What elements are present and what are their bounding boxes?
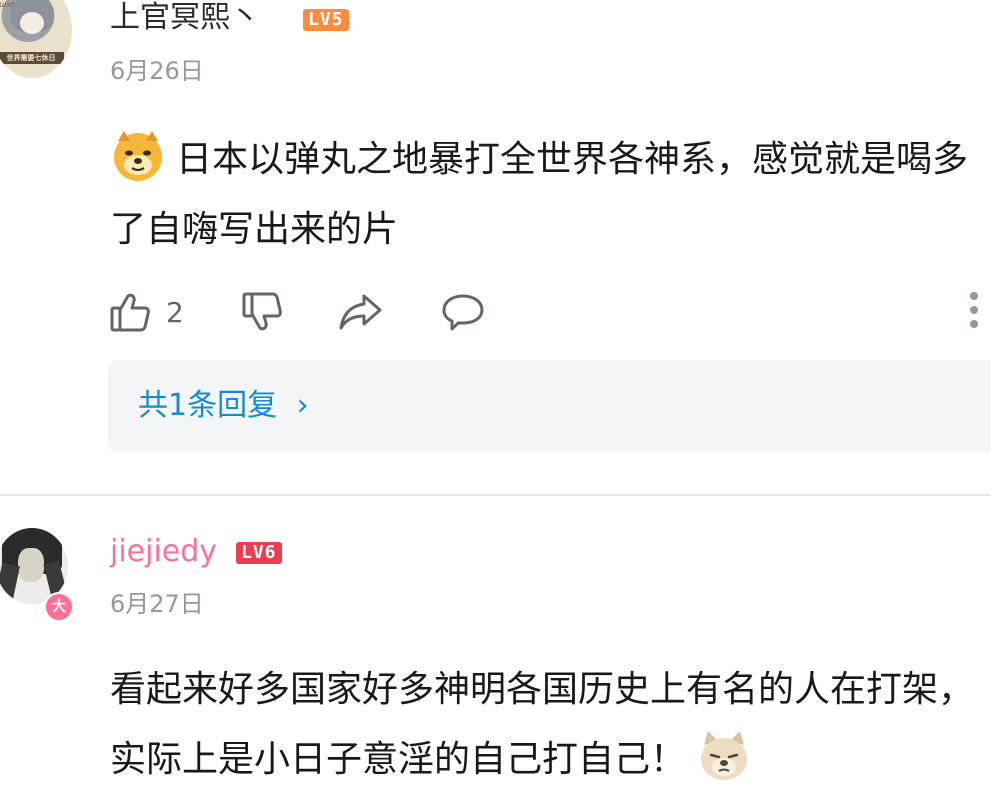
level-badge: LV5 <box>303 9 349 31</box>
dog-sad-emote-icon <box>701 731 748 780</box>
username[interactable]: jiejiedy <box>110 534 217 570</box>
view-replies-link[interactable]: 共1条回复 › <box>138 386 309 426</box>
comment-list: Sunday 世界需要七休日 上官冥熙丶 LV5 6月26日 日本以弹丸之地暴打… <box>0 0 991 805</box>
avatar-banner: 世界需要七休日 <box>0 52 64 64</box>
avatar[interactable]: Sunday 世界需要七休日 <box>0 0 72 78</box>
chevron-right-icon: › <box>296 388 309 423</box>
dislike-button[interactable] <box>240 288 284 336</box>
avatar-hair-left <box>0 562 20 604</box>
comment-date: 6月26日 <box>110 57 204 85</box>
reply-preview-box[interactable]: 共1条回复 › <box>108 360 991 452</box>
avatar-face <box>20 12 44 34</box>
more-options-button[interactable] <box>964 292 984 332</box>
share-button[interactable] <box>336 288 384 336</box>
reply-count-text: 共1条回复 <box>138 388 278 423</box>
share-icon <box>339 294 382 330</box>
comment-body: 看起来好多国家好多神明各国历史上有名的人在打架，实际上是小日子意淫的自己打自己！ <box>110 669 975 780</box>
comment-text: 看起来好多国家好多神明各国历史上有名的人在打架，实际上是小日子意淫的自己打自己！ <box>110 655 980 795</box>
more-vertical-icon <box>964 292 984 328</box>
doge-emote-icon <box>114 131 162 181</box>
avatar-face <box>18 548 44 582</box>
comment-date: 6月27日 <box>110 590 204 618</box>
divider <box>0 494 991 496</box>
comment-body: 日本以弹丸之地暴打全世界各神系，感觉就是喝多了自嗨写出来的片 <box>110 139 969 250</box>
like-count: 2 <box>166 295 184 329</box>
reply-button[interactable] <box>440 288 486 336</box>
username[interactable]: 上官冥熙丶 <box>110 0 260 36</box>
vip-badge: 大 <box>44 592 74 622</box>
like-button[interactable]: 2 <box>108 288 184 336</box>
comment-icon <box>442 294 484 331</box>
level-badge: LV6 <box>236 542 282 564</box>
thumbs-up-icon <box>110 293 150 332</box>
comment-text: 日本以弹丸之地暴打全世界各神系，感觉就是喝多了自嗨写出来的片 <box>110 125 980 265</box>
thumbs-down-icon <box>242 292 282 331</box>
